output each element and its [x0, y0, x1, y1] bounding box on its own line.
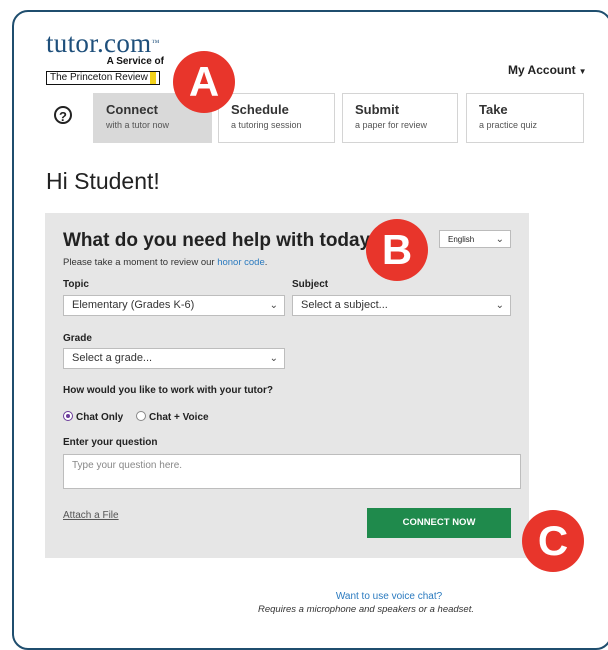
honor-code-link[interactable]: honor code: [217, 257, 265, 268]
my-account-menu[interactable]: My Account ▼: [508, 63, 586, 77]
voice-chat-note: Requires a microphone and speakers or a …: [258, 604, 474, 615]
princeton-review-logo: The Princeton Review: [46, 71, 160, 85]
radio-chat-voice[interactable]: Chat + Voice: [136, 411, 209, 423]
work-mode-options: Chat Only Chat + Voice: [63, 411, 209, 423]
tutor-logo[interactable]: tutor.com™ A Service of The Princeton Re…: [46, 30, 164, 85]
work-mode-question: How would you like to work with your tut…: [63, 385, 273, 396]
tab-title: Submit: [355, 102, 400, 117]
language-select[interactable]: English ⌄: [439, 230, 511, 248]
tab-subtitle: a tutoring session: [231, 120, 302, 130]
logo-accent-bar: [149, 72, 156, 84]
connect-now-button[interactable]: CONNECT NOW: [367, 508, 511, 538]
tab-submit[interactable]: Submit a paper for review: [342, 93, 458, 143]
grade-label: Grade: [63, 333, 92, 344]
grade-select[interactable]: Select a grade... ⌄: [63, 348, 285, 369]
question-label: Enter your question: [63, 437, 158, 448]
honor-code-notice: Please take a moment to review our honor…: [63, 257, 268, 268]
tab-title: Take: [479, 102, 508, 117]
help-request-panel: What do you need help with today? Please…: [45, 213, 529, 558]
callout-badge-b: B: [366, 219, 428, 281]
attach-file-link[interactable]: Attach a File: [63, 510, 119, 521]
subject-label: Subject: [292, 279, 329, 290]
subject-select[interactable]: Select a subject... ⌄: [292, 295, 511, 316]
radio-empty-icon: [136, 411, 147, 421]
help-heading: What do you need help with today?: [63, 230, 382, 251]
page-greeting: Hi Student!: [46, 168, 160, 194]
voice-chat-link[interactable]: Want to use voice chat?: [336, 591, 442, 602]
callout-badge-c: C: [522, 510, 584, 572]
chevron-down-icon: ⌄: [269, 353, 278, 364]
tab-subtitle: with a tutor now: [106, 120, 170, 130]
radio-selected-icon: [63, 411, 73, 421]
chevron-down-icon: ⌄: [495, 234, 504, 245]
tab-subtitle: a practice quiz: [479, 120, 538, 130]
callout-badge-a: A: [173, 51, 235, 113]
chevron-down-icon: ⌄: [495, 300, 504, 311]
tab-title: Schedule: [231, 102, 289, 117]
chevron-down-icon: ⌄: [269, 300, 278, 311]
tab-take[interactable]: Take a practice quiz: [466, 93, 584, 143]
caret-down-icon: ▼: [578, 67, 587, 76]
voice-chat-row: Want to use voice chat?: [0, 591, 608, 602]
radio-chat-only[interactable]: Chat Only: [63, 411, 123, 423]
help-question-icon[interactable]: ?: [54, 106, 72, 124]
logo-name: tutor.com: [46, 28, 152, 58]
question-input[interactable]: Type your question here.: [63, 454, 521, 489]
topic-select[interactable]: Elementary (Grades K-6) ⌄: [63, 295, 285, 316]
account-label: My Account: [508, 63, 576, 77]
tab-schedule[interactable]: Schedule a tutoring session: [218, 93, 335, 143]
topic-label: Topic: [63, 279, 89, 290]
tab-subtitle: a paper for review: [355, 120, 428, 130]
trademark-icon: ™: [151, 38, 160, 47]
